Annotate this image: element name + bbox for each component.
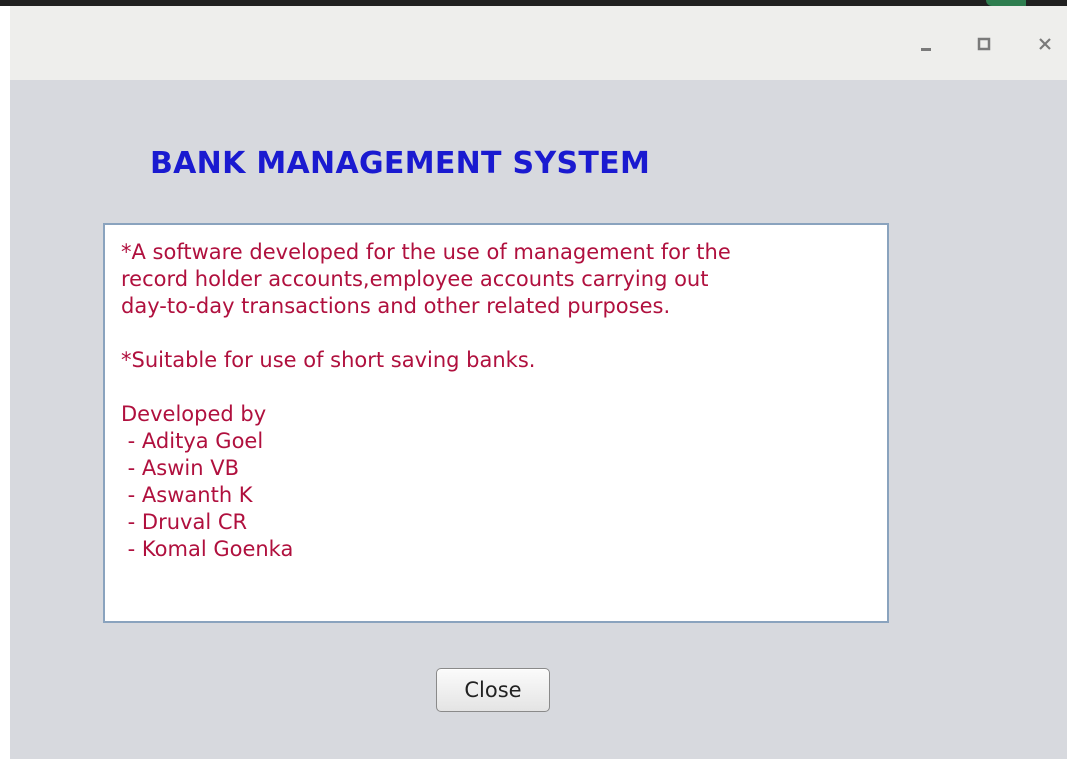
developer-name: - Druval CR [121,510,248,534]
close-icon [1039,38,1051,50]
description-line: *A software developed for the use of man… [121,240,731,264]
minimize-button[interactable] [914,32,938,56]
developer-name: - Komal Goenka [121,537,294,561]
close-button[interactable]: Close [436,668,550,712]
developed-by-label: Developed by [121,402,267,426]
minimize-icon [921,48,931,51]
maximize-button[interactable] [972,32,996,56]
app-title: BANK MANAGEMENT SYSTEM [150,146,651,181]
maximize-icon [977,37,991,51]
developer-name: - Aswanth K [121,483,253,507]
developer-name: - Aditya Goel [121,429,264,453]
window-close-button[interactable] [1033,32,1057,56]
window-titlebar[interactable] [10,6,1067,80]
developer-name: - Aswin VB [121,456,240,480]
suitability-note: *Suitable for use of short saving banks. [121,348,536,372]
description-line: record holder accounts,employee accounts… [121,267,709,291]
about-dialog-window: BANK MANAGEMENT SYSTEM *A software devel… [10,6,1067,759]
description-line: day-to-day transactions and other relate… [121,294,671,318]
description-text-area[interactable]: *A software developed for the use of man… [103,223,889,623]
